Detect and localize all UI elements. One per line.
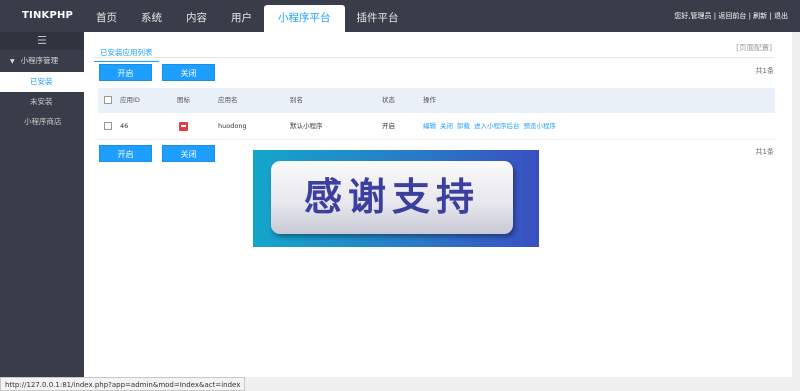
cell-app-name: huodong bbox=[218, 122, 247, 130]
back-to-frontend-link[interactable]: 返回前台 bbox=[718, 12, 746, 20]
disable-button-bottom[interactable]: 关闭 bbox=[162, 145, 215, 162]
nav-system[interactable]: 系统 bbox=[129, 0, 174, 32]
tab-divider bbox=[94, 57, 774, 58]
preview-link[interactable]: 预览小程序 bbox=[524, 122, 557, 130]
enter-admin-link[interactable]: 进入小程序后台 bbox=[474, 122, 520, 130]
browser-status-url: http://127.0.0.1:81/index.php?app=admin&… bbox=[0, 377, 246, 391]
nav-home[interactable]: 首页 bbox=[84, 0, 129, 32]
table-header: 应用ID 图标 应用名 别名 状态 操作 bbox=[98, 88, 775, 113]
cell-app-id: 46 bbox=[120, 122, 129, 130]
sidebar-item-store[interactable]: 小程序商店 bbox=[0, 112, 84, 132]
row-checkbox[interactable] bbox=[104, 122, 112, 130]
cell-status: 开启 bbox=[382, 122, 395, 130]
header-status: 状态 bbox=[382, 96, 395, 104]
logout-link[interactable]: 退出 bbox=[774, 12, 788, 20]
uninstall-link[interactable]: 卸载 bbox=[457, 122, 470, 130]
sidebar-group-miniprogram[interactable]: ▼ 小程序管理 bbox=[0, 50, 84, 72]
cell-actions: 编辑 关闭 卸载 进入小程序后台 预览小程序 bbox=[423, 113, 560, 140]
triangle-down-icon: ▼ bbox=[10, 58, 15, 65]
page-config-link[interactable]: [页面配置] bbox=[736, 42, 772, 53]
cell-alias: 默认小程序 bbox=[290, 122, 323, 130]
header-app-name: 应用名 bbox=[218, 96, 238, 104]
nav-plugin-platform[interactable]: 插件平台 bbox=[345, 0, 411, 32]
enable-button-top[interactable]: 开启 bbox=[99, 64, 152, 81]
nav-content[interactable]: 内容 bbox=[174, 0, 219, 32]
close-link[interactable]: 关闭 bbox=[440, 122, 453, 130]
banner-plate: 感谢支持 bbox=[271, 161, 513, 234]
app-icon bbox=[179, 122, 188, 131]
top-bar: TINKPHP 首页 系统 内容 用户 小程序平台 插件平台 您好,管理员 | … bbox=[0, 0, 800, 32]
sidebar-item-not-installed[interactable]: 未安装 bbox=[0, 92, 84, 112]
sidebar-group-label: 小程序管理 bbox=[20, 56, 59, 65]
header-icon: 图标 bbox=[177, 96, 190, 104]
main-nav: 首页 系统 内容 用户 小程序平台 插件平台 bbox=[84, 0, 411, 32]
tab-installed-list[interactable]: 已安装应用列表 bbox=[94, 45, 159, 62]
record-count-top: 共1条 bbox=[755, 67, 774, 75]
edit-link[interactable]: 编辑 bbox=[423, 122, 436, 130]
banner-text: 感谢支持 bbox=[303, 175, 480, 219]
disable-button-top[interactable]: 关闭 bbox=[162, 64, 215, 81]
table-row: 46 huodong 默认小程序 开启 编辑 关闭 卸载 进入小程序后台 预览小程序 bbox=[98, 113, 775, 140]
logo: TINKPHP bbox=[22, 10, 74, 21]
refresh-link[interactable]: 刷新 bbox=[753, 12, 767, 20]
enable-button-bottom[interactable]: 开启 bbox=[99, 145, 152, 162]
tab-bar: 已安装应用列表 bbox=[94, 40, 159, 62]
sidebar: ☰ ▼ 小程序管理 已安装 未安装 小程序商店 bbox=[0, 32, 84, 391]
header-actions: 操作 bbox=[423, 96, 436, 104]
header-app-id: 应用ID bbox=[120, 96, 140, 104]
greeting: 您好,管理员 bbox=[674, 12, 712, 20]
menu-toggle-icon[interactable]: ☰ bbox=[0, 32, 84, 50]
record-count-bottom: 共1条 bbox=[755, 148, 774, 156]
sidebar-item-installed[interactable]: 已安装 bbox=[0, 72, 84, 92]
nav-miniprogram-platform[interactable]: 小程序平台 bbox=[264, 5, 345, 32]
user-links: 您好,管理员 | 返回前台 | 刷新 | 退出 bbox=[674, 12, 788, 20]
header-alias: 别名 bbox=[290, 96, 303, 104]
select-all-checkbox[interactable] bbox=[104, 96, 112, 104]
thanks-banner: 感谢支持 bbox=[253, 150, 539, 247]
nav-users[interactable]: 用户 bbox=[219, 0, 264, 32]
